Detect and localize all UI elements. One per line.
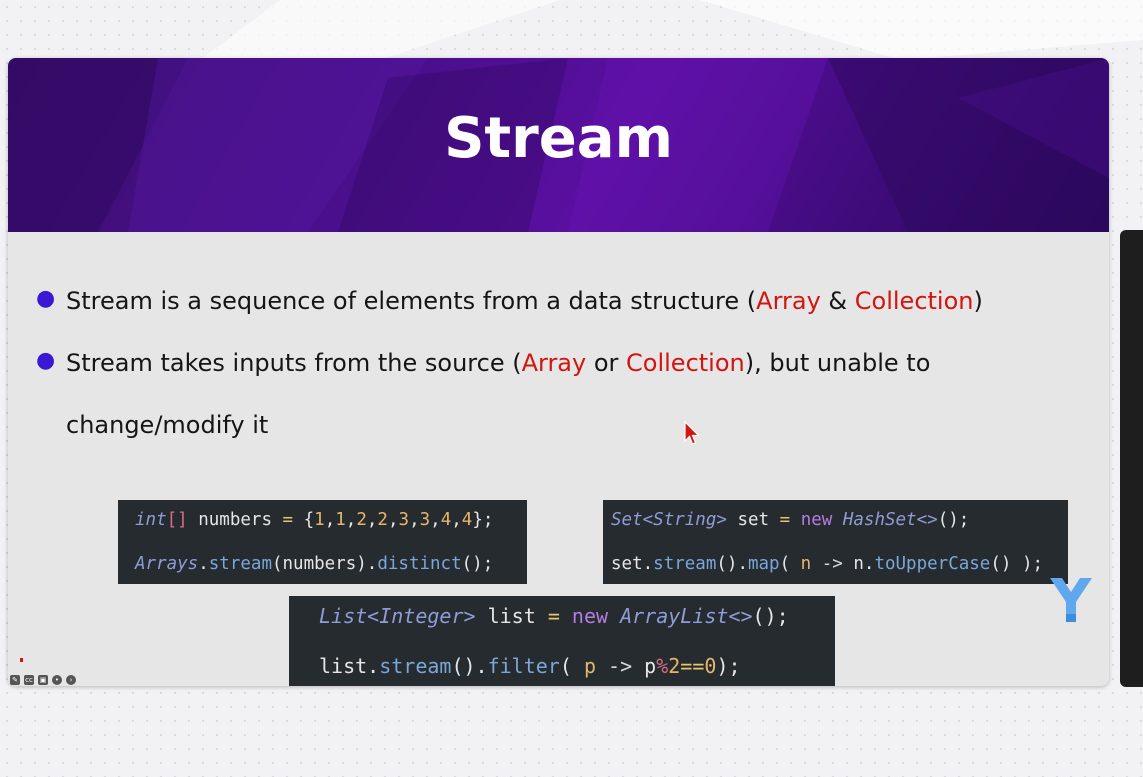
code-block-array: int[] numbers = {1,1,2,2,3,3,4,4}; Array…: [118, 500, 527, 584]
bullet-point-1: ● Stream is a sequence of elements from …: [36, 286, 983, 316]
highlight-array: Array: [756, 287, 821, 315]
code-line: int[] numbers = {1,1,2,2,3,3,4,4};: [135, 510, 494, 530]
bullet-text: Stream is a sequence of elements from a …: [66, 287, 757, 315]
next-icon[interactable]: ›: [66, 675, 76, 685]
bullet-dot-icon: ●: [36, 348, 56, 373]
bullet-text: ): [973, 287, 983, 315]
presentation-slide: Stream ● Stream is a sequence of element…: [8, 58, 1109, 686]
code-line: Arrays.stream(numbers).distinct();: [135, 554, 494, 574]
y-logo-icon: [1050, 578, 1092, 622]
highlight-collection: Collection: [626, 349, 745, 377]
bullet-point-2: ● Stream takes inputs from the source (A…: [36, 348, 931, 378]
code-block-set: Set<String> set = new HashSet<>(); set.s…: [603, 500, 1068, 584]
more-icon[interactable]: •: [52, 675, 62, 685]
highlight-array: Array: [521, 349, 587, 377]
bullet-text: ), but unable to: [744, 349, 931, 377]
red-annotation-mark: [20, 658, 23, 662]
bullet-text: or: [586, 349, 627, 377]
pen-icon[interactable]: ✎: [10, 675, 20, 685]
code-line: Set<String> set = new HashSet<>();: [611, 510, 970, 530]
bullet-point-2-continuation: change/modify it: [66, 411, 269, 439]
bullet-dot-icon: ●: [36, 286, 56, 311]
caption-icon[interactable]: cc: [24, 675, 34, 685]
code-block-list: List<Integer> list = new ArrayList<>(); …: [289, 596, 835, 686]
bullet-text: &: [820, 287, 855, 315]
camera-off-icon[interactable]: ▣: [38, 675, 48, 685]
slide-header: Stream: [8, 58, 1109, 232]
code-line: list.stream().filter( p -> p%2==0);: [319, 654, 741, 678]
bullet-text: Stream takes inputs from the source (: [66, 349, 522, 377]
mouse-pointer-icon: [684, 421, 700, 445]
webcam-preview: [1120, 230, 1143, 687]
code-line: set.stream().map( n -> n.toUpperCase() )…: [611, 554, 1044, 574]
presentation-toolbar: ✎ cc ▣ • ›: [10, 674, 76, 686]
code-line: List<Integer> list = new ArrayList<>();: [319, 604, 789, 628]
highlight-collection: Collection: [854, 287, 974, 315]
slide-title: Stream: [444, 106, 673, 171]
